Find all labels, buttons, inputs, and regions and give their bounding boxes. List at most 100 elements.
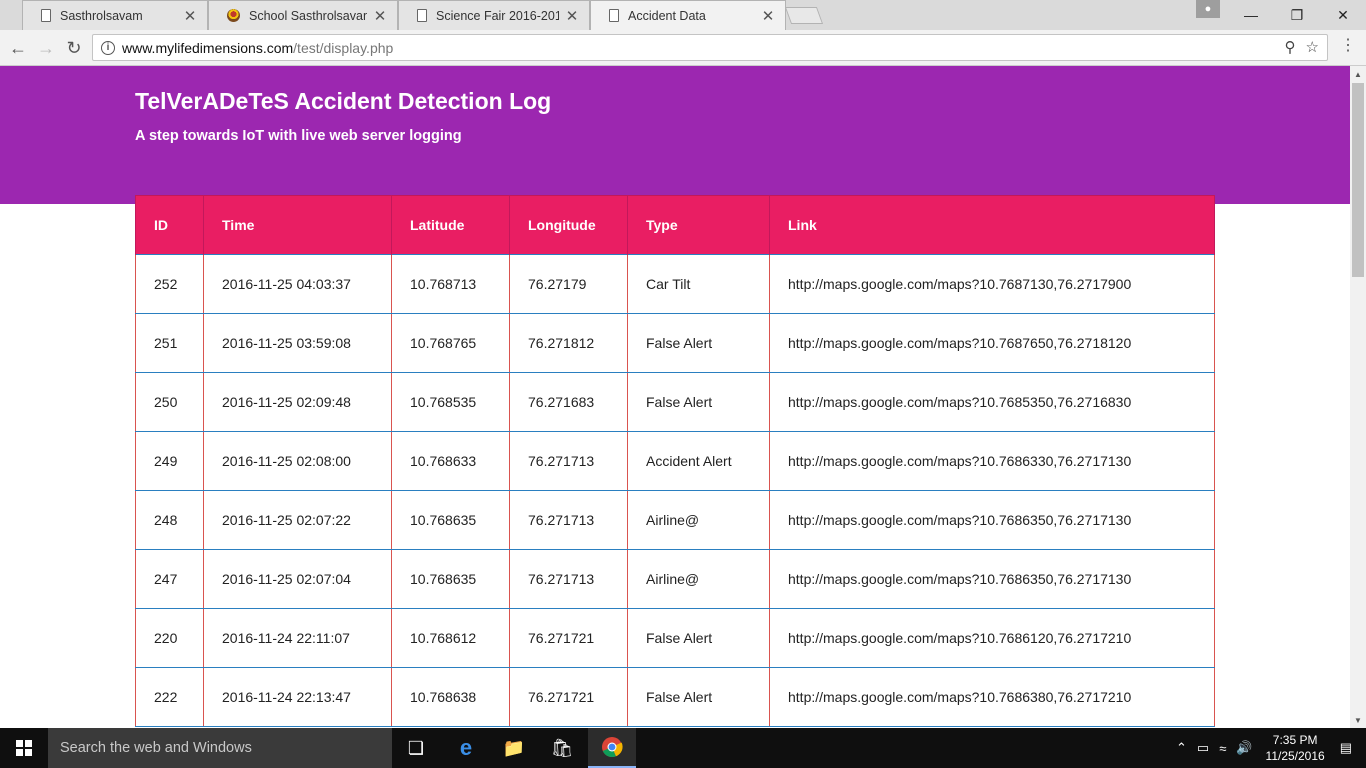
cell-time: 2016-11-25 02:08:00: [203, 431, 392, 491]
tab-title: School Sasthrolsavam 20: [249, 8, 367, 23]
table-row: 220 2016-11-24 22:11:07 10.768612 76.271…: [135, 608, 1215, 668]
minimize-icon[interactable]: —: [1228, 0, 1274, 30]
taskbar: Search the web and Windows ❏ e 📁 🛍 ⌃ ▭ ≈…: [0, 728, 1366, 768]
close-icon[interactable]: ✕: [565, 7, 579, 25]
url-host: www.mylifedimensions.com: [122, 39, 294, 56]
battery-icon[interactable]: ▭: [1197, 740, 1209, 756]
cell-longitude: 76.271713: [509, 549, 628, 609]
cell-longitude: 76.271713: [509, 431, 628, 491]
scroll-down-icon[interactable]: ▼: [1350, 712, 1366, 728]
page-scrollbar[interactable]: ▲ ▼: [1350, 66, 1366, 728]
cell-link: http://maps.google.com/maps?10.7687650,7…: [769, 313, 1215, 373]
clock[interactable]: 7:35 PM 11/25/2016: [1266, 732, 1325, 764]
cell-link: http://maps.google.com/maps?10.7686350,7…: [769, 490, 1215, 550]
notifications-icon[interactable]: ▤: [1340, 740, 1352, 756]
cell-id: 251: [135, 313, 204, 373]
cell-time: 2016-11-25 02:07:04: [203, 549, 392, 609]
cell-link: http://maps.google.com/maps?10.7686120,7…: [769, 608, 1215, 668]
tab-3-active[interactable]: Accident Data ✕: [590, 0, 786, 30]
cell-link: http://maps.google.com/maps?10.7686330,7…: [769, 431, 1215, 491]
col-header-id: ID: [135, 195, 204, 255]
tab-title: Sasthrolsavam: [60, 8, 143, 23]
cell-longitude: 76.271812: [509, 313, 628, 373]
cell-longitude: 76.271683: [509, 372, 628, 432]
tab-2[interactable]: Science Fair 2016-2017 ✕: [398, 0, 590, 30]
cell-link: http://maps.google.com/maps?10.7686380,7…: [769, 667, 1215, 727]
chevron-up-icon[interactable]: ⌃: [1176, 740, 1187, 756]
user-icon[interactable]: ●: [1196, 0, 1220, 18]
cell-type: Car Tilt: [627, 254, 770, 314]
start-button[interactable]: [0, 728, 48, 768]
cell-longitude: 76.27179: [509, 254, 628, 314]
cell-time: 2016-11-25 02:07:22: [203, 490, 392, 550]
table-row: 248 2016-11-25 02:07:22 10.768635 76.271…: [135, 490, 1215, 550]
cell-time: 2016-11-25 02:09:48: [203, 372, 392, 432]
tab-strip: Sasthrolsavam ✕ School Sasthrolsavam 20 …: [0, 0, 1366, 30]
table-row: 222 2016-11-24 22:13:47 10.768638 76.271…: [135, 667, 1215, 727]
cell-id: 249: [135, 431, 204, 491]
close-icon[interactable]: ✕: [373, 7, 387, 25]
bookmark-star-icon[interactable]: ☆: [1306, 38, 1319, 56]
wifi-icon[interactable]: ≈: [1219, 741, 1226, 756]
table-row: 249 2016-11-25 02:08:00 10.768633 76.271…: [135, 431, 1215, 491]
new-tab-button[interactable]: [784, 7, 824, 24]
close-icon[interactable]: ✕: [183, 7, 197, 25]
reload-icon[interactable]: ↻: [62, 36, 86, 60]
cell-longitude: 76.271721: [509, 667, 628, 727]
task-view-icon[interactable]: ❏: [392, 728, 440, 768]
address-bar[interactable]: i www.mylifedimensions.com/test/display.…: [92, 34, 1328, 61]
table-row: 252 2016-11-25 04:03:37 10.768713 76.271…: [135, 254, 1215, 314]
file-explorer-icon[interactable]: 📁: [490, 728, 538, 768]
cell-id: 247: [135, 549, 204, 609]
cell-latitude: 10.768638: [391, 667, 510, 727]
windows-logo-icon: [16, 740, 32, 756]
scroll-up-icon[interactable]: ▲: [1350, 66, 1366, 82]
tab-0[interactable]: Sasthrolsavam ✕: [22, 0, 208, 30]
col-header-link: Link: [769, 195, 1215, 255]
table-header-row: ID Time Latitude Longitude Type Link: [135, 195, 1215, 255]
cell-latitude: 10.768612: [391, 608, 510, 668]
taskbar-search-box[interactable]: Search the web and Windows: [48, 728, 392, 768]
page-header: TelVerADeTeS Accident Detection Log A st…: [0, 66, 1350, 204]
browser-toolbar: ← → ↻ i www.mylifedimensions.com/test/di…: [0, 30, 1366, 66]
cell-longitude: 76.271713: [509, 490, 628, 550]
cell-time: 2016-11-24 22:11:07: [203, 608, 392, 668]
cell-id: 252: [135, 254, 204, 314]
cell-type: False Alert: [627, 608, 770, 668]
table-row: 251 2016-11-25 03:59:08 10.768765 76.271…: [135, 313, 1215, 373]
cell-latitude: 10.768713: [391, 254, 510, 314]
cell-time: 2016-11-24 22:13:47: [203, 667, 392, 727]
col-header-time: Time: [203, 195, 392, 255]
chrome-icon[interactable]: [588, 728, 636, 768]
cell-type: False Alert: [627, 667, 770, 727]
cell-link: http://maps.google.com/maps?10.7685350,7…: [769, 372, 1215, 432]
page-icon: [41, 9, 51, 22]
system-tray: ⌃ ▭ ≈ 🔊 7:35 PM 11/25/2016 ▤: [1171, 728, 1366, 768]
cell-type: False Alert: [627, 372, 770, 432]
col-header-longitude: Longitude: [509, 195, 628, 255]
scroll-thumb[interactable]: [1352, 83, 1364, 277]
clock-time: 7:35 PM: [1272, 733, 1318, 747]
forward-icon[interactable]: →: [34, 36, 58, 60]
page-subtitle: A step towards IoT with live web server …: [135, 128, 462, 144]
restore-icon[interactable]: ❐: [1274, 0, 1320, 30]
store-icon[interactable]: 🛍: [538, 728, 586, 768]
cell-id: 248: [135, 490, 204, 550]
menu-dots-icon[interactable]: ⋮: [1340, 38, 1356, 54]
zoom-icon[interactable]: ⚲: [1285, 38, 1296, 56]
cell-latitude: 10.768635: [391, 490, 510, 550]
tab-1[interactable]: School Sasthrolsavam 20 ✕: [208, 0, 398, 30]
volume-icon[interactable]: 🔊: [1236, 740, 1252, 756]
window-controls: — ❐ ✕: [1228, 0, 1366, 30]
close-icon[interactable]: ✕: [761, 7, 775, 25]
cell-time: 2016-11-25 04:03:37: [203, 254, 392, 314]
page-icon: [417, 9, 427, 22]
edge-icon[interactable]: e: [442, 728, 490, 768]
school-icon: [227, 9, 240, 22]
tab-title: Accident Data: [628, 8, 706, 23]
page-icon: [609, 9, 619, 22]
cell-latitude: 10.768535: [391, 372, 510, 432]
back-icon[interactable]: ←: [6, 36, 30, 60]
info-icon[interactable]: i: [101, 40, 115, 55]
close-window-icon[interactable]: ✕: [1320, 0, 1366, 30]
